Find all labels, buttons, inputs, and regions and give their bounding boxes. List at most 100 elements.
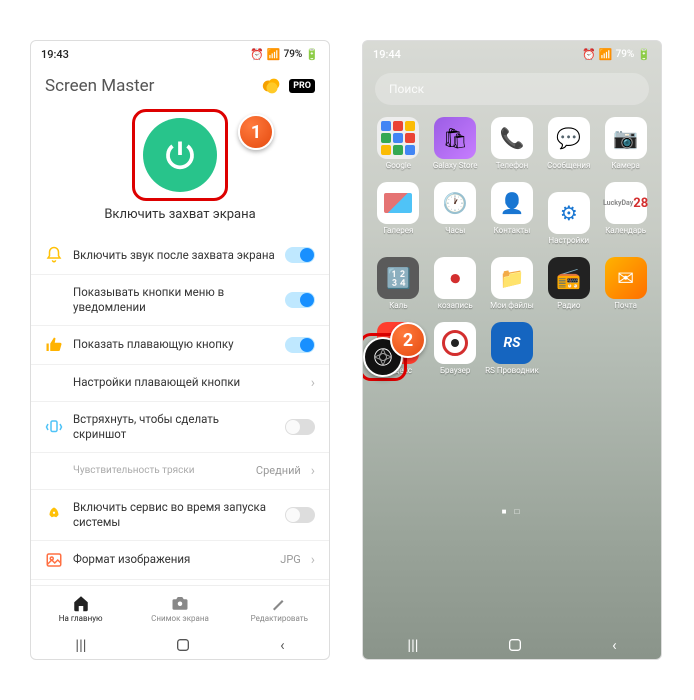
app-gallery[interactable]: Галерея [371, 182, 426, 253]
back-button[interactable]: ‹ [280, 636, 285, 654]
app-mail[interactable]: ✉ Почта [598, 257, 653, 318]
calendar-icon: LuckyDay28 [605, 182, 647, 224]
app-google[interactable]: Google [371, 117, 426, 178]
app-messages[interactable]: 💬 Сообщения [541, 117, 596, 178]
camera-icon [171, 594, 189, 612]
status-icons: ⏰ 📶 79% 🔋 [582, 48, 651, 61]
status-bar: 19:43 ⏰ 📶 79% 🔋 [31, 41, 329, 67]
status-icons: ⏰ 📶 79% 🔋 [250, 48, 319, 61]
clock-icon: 🕐 [434, 182, 476, 224]
android-navbar: ||| ‹ [363, 631, 661, 659]
rocket-icon [45, 506, 63, 524]
app-label: RS Проводник [485, 367, 539, 383]
row-shake[interactable]: Встряхнуть, чтобы сделать скриншот [31, 402, 329, 453]
search-placeholder: Поиск [389, 82, 424, 96]
bottom-nav: На главную Снимок экрана Редактировать [31, 585, 329, 631]
battery-level: 79% [284, 49, 303, 60]
chevron-right-icon: › [311, 552, 315, 568]
callout-highlight-1 [132, 109, 228, 201]
row-floating[interactable]: Показать плавающую кнопку [31, 326, 329, 365]
app-camera[interactable]: 📷Камера [598, 117, 653, 178]
search-input[interactable]: Поиск [375, 73, 649, 105]
app-label: Мои файлы [490, 302, 534, 318]
app-recorder[interactable]: ⏺ козапись [428, 257, 483, 318]
row-menu-buttons[interactable]: Показывать кнопки меню в уведомлении [31, 275, 329, 326]
tab-label: На главную [59, 614, 103, 623]
phone-icon: 📞 [491, 117, 533, 159]
chevron-right-icon: › [311, 375, 315, 391]
power-section: Включить захват экрана [31, 101, 329, 226]
browser-icon [434, 322, 476, 364]
toggle-on[interactable] [285, 337, 315, 353]
alarm-icon: ⏰ [582, 48, 596, 61]
app-label: Контакты [494, 227, 531, 243]
chat-icon: 💬 [548, 117, 590, 159]
app-galaxy-store[interactable]: 🛍 Galaxy Store [428, 117, 483, 178]
pro-badge: PRO [289, 79, 315, 93]
pro-area[interactable]: PRO [261, 75, 315, 97]
power-button[interactable] [143, 118, 217, 192]
radio-icon: 📻 [548, 257, 590, 299]
signal-icon: 📶 [267, 48, 281, 61]
app-label: Galaxy Store [433, 162, 478, 178]
app-calculator[interactable]: 🔢Каль [371, 257, 426, 318]
home-button[interactable] [175, 637, 191, 653]
app-label: Почта [614, 302, 637, 318]
row-sound[interactable]: Включить звук после захвата экрана [31, 236, 329, 275]
folder-icon: 📁 [491, 257, 533, 299]
back-button[interactable]: ‹ [612, 636, 617, 654]
row-label: Настройки плавающей кнопки [73, 375, 301, 390]
app-files[interactable]: 📁 Мои файлы [485, 257, 540, 318]
app-contacts[interactable]: 👤Контакты [485, 182, 540, 253]
app-label: козапись [438, 302, 473, 318]
callout-number: 1 [251, 122, 261, 143]
app-label: Сообщения [547, 162, 590, 178]
power-icon [162, 137, 198, 173]
callout-number: 2 [403, 330, 413, 351]
tab-home[interactable]: На главную [31, 586, 130, 631]
folder-icon [377, 117, 419, 159]
row-boot[interactable]: Включить сервис во время запуска системы [31, 490, 329, 541]
app-label: Галерея [383, 227, 413, 243]
tab-screenshot[interactable]: Снимок экрана [130, 586, 229, 631]
app-calendar[interactable]: LuckyDay28Календарь [598, 182, 653, 253]
recent-button[interactable]: ||| [407, 636, 418, 654]
tab-label: Редактировать [251, 614, 308, 623]
tab-label: Снимок экрана [151, 614, 209, 623]
recorder-icon: ⏺ [434, 257, 476, 299]
bag-icon: 🛍 [434, 117, 476, 159]
app-title: Screen Master [45, 76, 154, 96]
rs-icon: RS [491, 322, 533, 364]
toggle-on[interactable] [285, 292, 315, 308]
capture-label: Включить захват экрана [31, 207, 329, 222]
app-clock[interactable]: 🕐 Часы [428, 182, 483, 253]
row-label: Формат изображения [73, 552, 270, 567]
app-settings[interactable]: ⚙Настройки [541, 182, 596, 253]
app-phone[interactable]: 📞Телефон [485, 117, 540, 178]
recent-button[interactable]: ||| [75, 636, 86, 654]
alarm-icon: ⏰ [250, 48, 264, 61]
row-label: Показывать кнопки меню в уведомлении [73, 285, 275, 315]
row-floating-settings[interactable]: Настройки плавающей кнопки › [31, 365, 329, 402]
mail-icon: ✉ [605, 257, 647, 299]
row-format[interactable]: Формат изображения JPG › [31, 541, 329, 580]
home-button[interactable] [507, 637, 523, 653]
tab-edit[interactable]: Редактировать [230, 586, 329, 631]
toggle-on[interactable] [285, 247, 315, 263]
shake-icon [45, 418, 63, 436]
gallery-icon [377, 182, 419, 224]
toggle-off[interactable] [285, 507, 315, 523]
toggle-off[interactable] [285, 419, 315, 435]
aperture-icon [372, 346, 394, 368]
app-radio[interactable]: 📻Радио [541, 257, 596, 318]
battery-icon: 🔋 [305, 48, 319, 61]
app-browser[interactable]: Браузер [428, 322, 483, 383]
battery-level: 79% [616, 49, 635, 60]
row-sensitivity[interactable]: Чувствительность тряски Средний › [31, 453, 329, 490]
bell-icon [45, 246, 63, 264]
app-rs[interactable]: RS RS Проводник [485, 322, 540, 383]
page-indicator: ■ □ [363, 507, 661, 516]
signal-icon: 📶 [599, 48, 613, 61]
app-label: Часы [445, 227, 465, 243]
row-label: Включить сервис во время запуска системы [73, 500, 275, 530]
